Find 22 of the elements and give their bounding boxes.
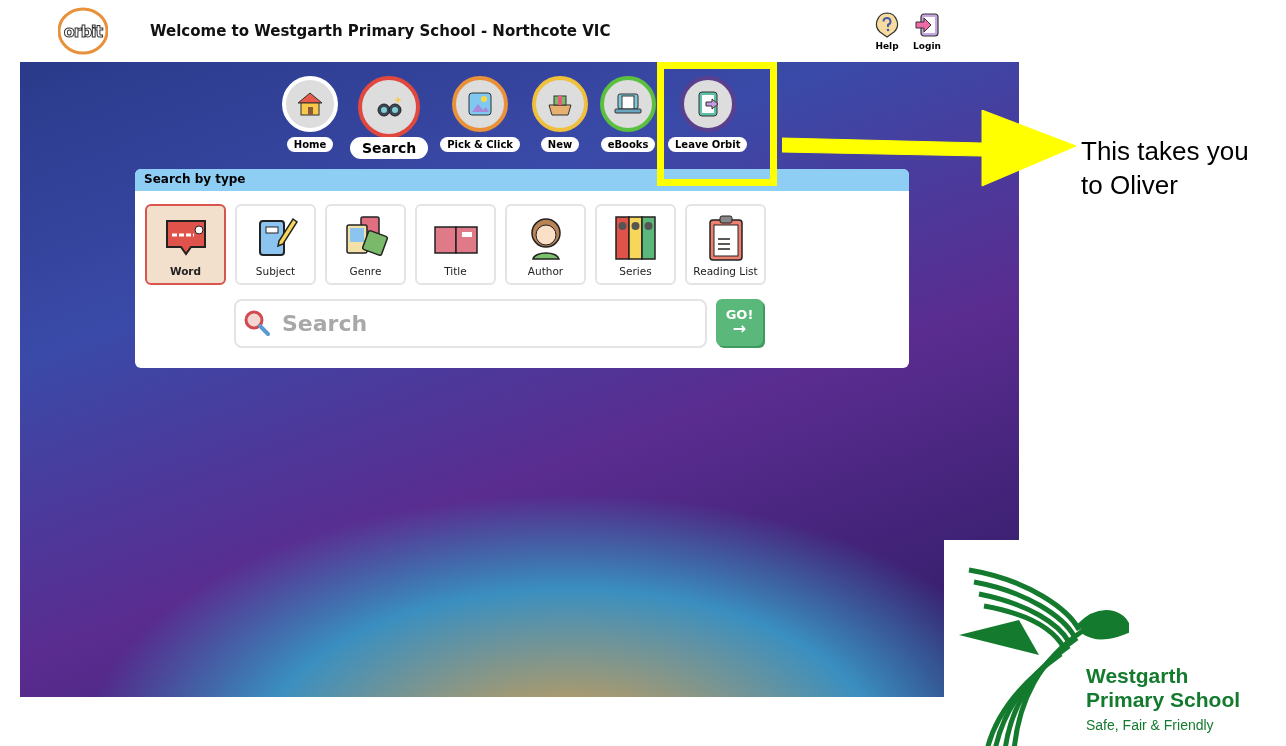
nav-tab[interactable]: Search bbox=[350, 137, 429, 159]
school-name: Primary School bbox=[1086, 688, 1241, 712]
nav-tab[interactable]: Home bbox=[286, 137, 334, 152]
search-type-tile[interactable]: Subject bbox=[235, 204, 316, 285]
search-type-tile[interactable]: Genre bbox=[325, 204, 406, 285]
school-name: Westgarth bbox=[1086, 664, 1190, 688]
login-button[interactable]: Login bbox=[912, 11, 942, 51]
panel-heading: Search by type bbox=[135, 169, 909, 191]
search-icon bbox=[243, 309, 271, 337]
search-type-tile[interactable]: Series bbox=[595, 204, 676, 285]
nav-tab[interactable]: Pick & Click bbox=[440, 137, 520, 152]
search-field[interactable]: Search bbox=[234, 299, 707, 348]
nav-tab[interactable]: eBooks bbox=[600, 137, 656, 152]
school-motto: Safe, Fair & Friendly bbox=[1086, 717, 1215, 733]
search-type-tile[interactable]: Author bbox=[505, 204, 586, 285]
welcome-title: Welcome to Westgarth Primary School - Northcote VIC bbox=[150, 22, 612, 40]
search-type-tile[interactable]: Reading List bbox=[685, 204, 766, 285]
search-type-tile[interactable]: Word bbox=[145, 204, 226, 285]
annotation-text: This takes you to Oliver bbox=[1081, 135, 1250, 202]
search-type-tile[interactable]: Title bbox=[415, 204, 496, 285]
orbit-logo[interactable]: orbit bbox=[58, 6, 108, 56]
nav-tab[interactable]: Leave Orbit bbox=[668, 137, 748, 152]
